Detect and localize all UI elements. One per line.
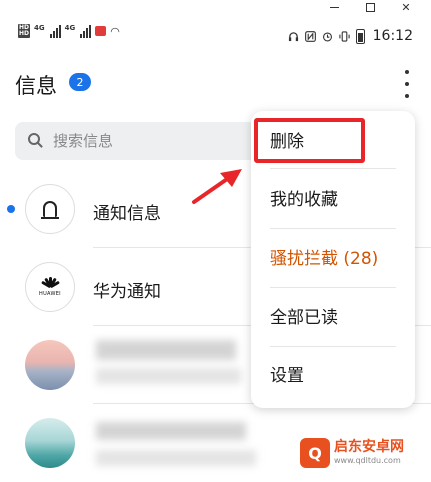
nfc-icon [304,30,316,42]
avatar [25,340,75,390]
search-input[interactable] [53,122,253,160]
blurred-sender [96,340,236,360]
search-bar[interactable] [15,122,265,160]
page-title: 信息 [15,74,57,98]
blurred-sender [96,422,246,440]
blurred-preview [96,368,241,384]
status-bar: HD HD 4G 4G ◠ 16:12 [0,22,431,50]
close-icon: ✕ [401,0,411,14]
menu-item-spam-block[interactable]: 骚扰拦截 (28) [270,244,378,274]
unread-dot [7,205,15,213]
menu-divider [270,287,396,288]
maximize-button[interactable] [359,0,381,14]
bell-icon [41,201,59,219]
status-icons-right: 16:12 [288,28,413,44]
blurred-preview [96,450,256,466]
signal-bars-icon [80,24,92,38]
minimize-icon [329,6,339,8]
conversation-name: 通知信息 [93,204,161,224]
close-button[interactable]: ✕ [395,0,417,14]
headphone-icon [288,31,298,41]
network-label-1: 4G [34,24,45,32]
hd-icon: HD HD [18,24,31,38]
battery-icon [355,28,365,44]
menu-item-settings[interactable]: 设置 [270,361,304,391]
window-controls: ✕ [323,0,431,14]
huawei-logo-avatar: HUAWEI [25,262,75,312]
annotation-arrow-icon [192,169,242,204]
avatar [25,184,75,234]
menu-item-mark-all-read[interactable]: 全部已读 [270,303,338,333]
menu-item-favorites[interactable]: 我的收藏 [270,185,338,215]
more-dot-icon [405,94,409,98]
vibrate-icon [339,30,350,42]
conversation-name: 华为通知 [93,282,161,302]
more-options-button[interactable] [400,70,414,98]
menu-divider [270,346,396,347]
status-time: 16:12 [372,28,413,44]
signal-bars-icon [49,24,61,38]
wifi-icon: ◠ [110,24,120,38]
watermark-title: 启东安卓网 [334,439,404,455]
more-dot-icon [405,82,409,86]
watermark-logo-icon: Q [300,438,330,468]
search-icon [28,133,40,145]
avatar [25,418,75,468]
signal-group: HD HD 4G 4G ◠ [18,24,120,38]
network-label-2: 4G [64,24,76,32]
minimize-button[interactable] [323,0,345,14]
huawei-logo-icon [41,277,60,289]
more-dot-icon [405,70,409,74]
huawei-logo-text: HUAWEI [39,291,61,297]
maximize-icon [365,2,375,12]
menu-divider [270,228,396,229]
menu-divider [270,168,396,169]
watermark-url: www.qdltdu.com [334,456,401,465]
watermark: Q 启东安卓网 www.qdltdu.com [300,434,428,474]
notification-app-icon [95,26,107,36]
highlight-box [254,118,365,163]
alarm-icon [322,31,332,41]
unread-badge: 2 [69,73,91,91]
